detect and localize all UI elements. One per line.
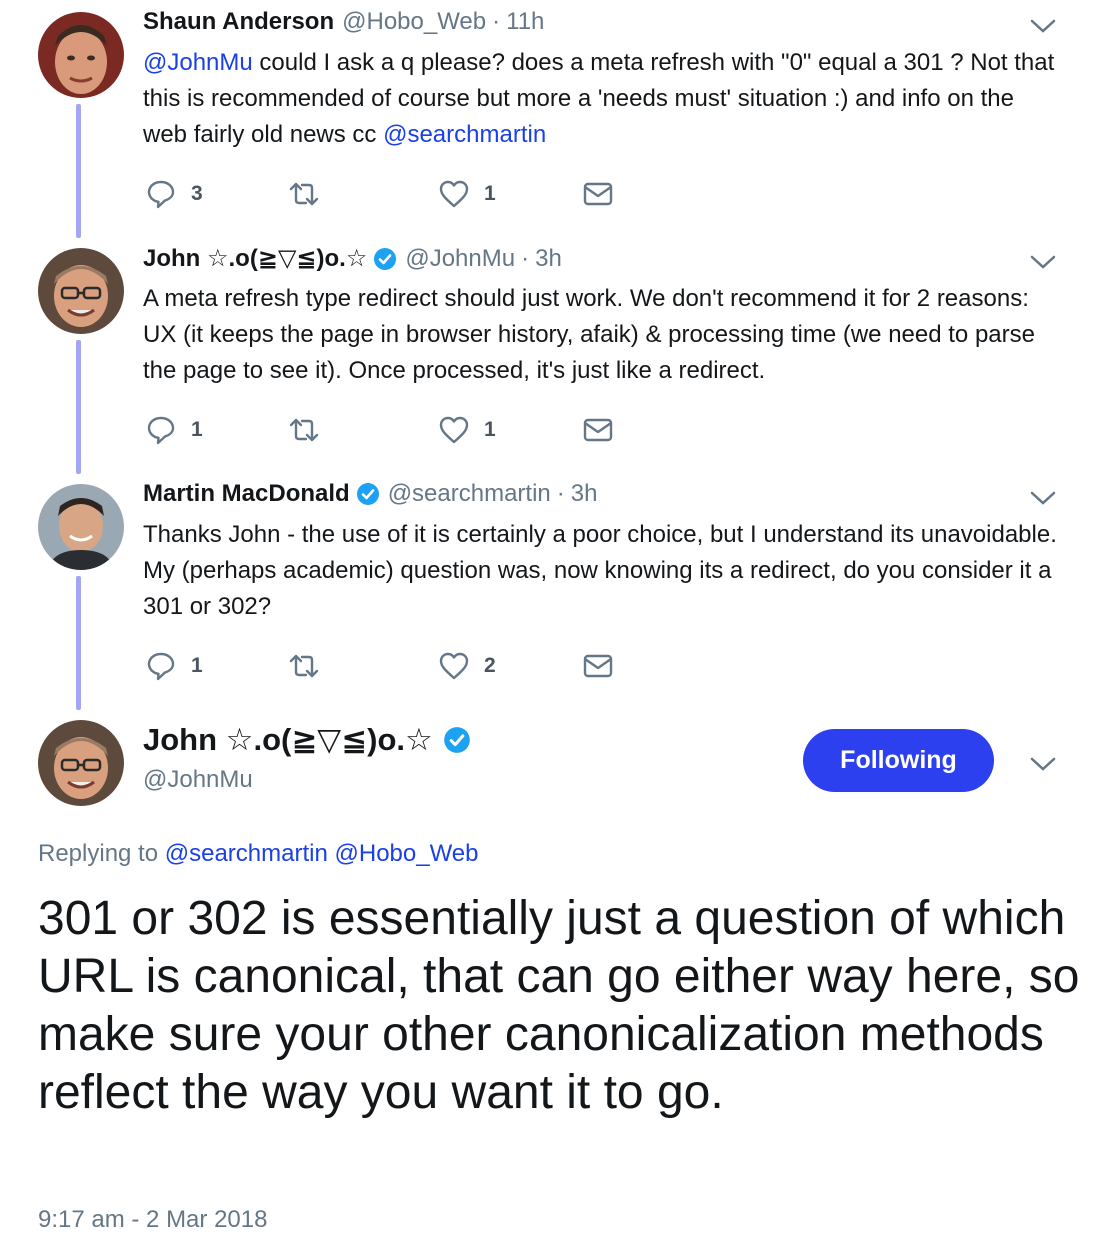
thread-line xyxy=(76,340,81,474)
direct-message-button[interactable] xyxy=(582,414,614,446)
avatar[interactable] xyxy=(38,12,124,98)
reply-icon xyxy=(147,416,175,445)
like-icon xyxy=(439,416,469,444)
author-name[interactable]: Martin MacDonald xyxy=(143,480,350,508)
tweet-text-body: could I ask a q please? does a meta refr… xyxy=(143,49,1055,148)
author-handle[interactable]: @JohnMu xyxy=(143,766,253,794)
chevron-down-icon[interactable] xyxy=(1030,254,1056,270)
avatar[interactable] xyxy=(38,248,124,334)
chevron-down-icon[interactable] xyxy=(1030,756,1056,772)
retweet-button[interactable] xyxy=(288,178,320,210)
main-tweet-header: John ☆.o(≧▽≦)o.☆ @JohnMu Following xyxy=(0,720,1116,820)
retweet-button[interactable] xyxy=(288,650,320,682)
verified-badge-icon xyxy=(443,727,470,753)
separator-dot: · xyxy=(521,244,530,272)
tweet-text: A meta refresh type redirect should just… xyxy=(143,285,1035,384)
reply-count: 3 xyxy=(191,182,203,205)
author-handle[interactable]: @Hobo_Web xyxy=(342,8,486,36)
like-count: 2 xyxy=(484,654,496,677)
mention-link[interactable]: @searchmartin xyxy=(383,121,546,148)
mention-link[interactable]: @JohnMu xyxy=(143,49,253,76)
tweet-header: John ☆.o(≧▽≦)o.☆ @JohnMu · 3h xyxy=(143,244,562,273)
retweet-icon xyxy=(289,418,319,442)
like-button[interactable]: 1 xyxy=(438,178,496,210)
replying-to: Replying to @searchmartin @Hobo_Web xyxy=(38,840,479,868)
retweet-icon xyxy=(289,182,319,206)
direct-message-icon xyxy=(583,418,613,442)
direct-message-button[interactable] xyxy=(582,650,614,682)
retweet-icon xyxy=(289,654,319,678)
author-handle[interactable]: @JohnMu xyxy=(405,245,515,273)
like-button[interactable]: 1 xyxy=(438,414,496,446)
main-tweet-text: 301 or 302 is essentially just a questio… xyxy=(38,892,1080,1119)
author-name[interactable]: John ☆.o(≧▽≦)o.☆ xyxy=(143,722,433,758)
avatar[interactable] xyxy=(38,484,124,570)
tweet-text: @JohnMu could I ask a q please? does a m… xyxy=(143,45,1063,153)
following-button[interactable]: Following xyxy=(803,729,994,792)
tweet-text: Thanks John - the use of it is certainly… xyxy=(143,521,1057,620)
replying-label: Replying to xyxy=(38,840,159,867)
tweet-timestamp[interactable]: 9:17 am - 2 Mar 2018 xyxy=(38,1206,267,1234)
like-count: 1 xyxy=(484,418,496,441)
retweet-button[interactable] xyxy=(288,414,320,446)
main-author-name-row: John ☆.o(≧▽≦)o.☆ xyxy=(143,722,471,758)
tweet-time[interactable]: 11h xyxy=(506,8,544,36)
chevron-down-icon[interactable] xyxy=(1030,18,1056,34)
reply-button[interactable]: 1 xyxy=(145,650,203,682)
tweet-actions: 3 1 xyxy=(145,178,645,210)
author-name[interactable]: Shaun Anderson xyxy=(143,8,334,36)
mention-link[interactable]: @searchmartin xyxy=(165,840,328,867)
like-icon xyxy=(439,652,469,680)
tweet-time[interactable]: 3h xyxy=(535,245,562,273)
tweet-time[interactable]: 3h xyxy=(571,480,598,508)
reply-count: 1 xyxy=(191,654,203,677)
separator-dot: · xyxy=(556,480,565,507)
separator-dot: · xyxy=(492,8,501,35)
author-name[interactable]: John ☆.o(≧▽≦)o.☆ xyxy=(143,244,367,273)
direct-message-button[interactable] xyxy=(582,178,614,210)
reply-icon xyxy=(147,180,175,209)
like-count: 1 xyxy=(484,182,496,205)
chevron-down-icon[interactable] xyxy=(1030,490,1056,506)
reply-button[interactable]: 1 xyxy=(145,414,203,446)
verified-badge-icon xyxy=(356,483,379,505)
like-button[interactable]: 2 xyxy=(438,650,496,682)
thread-line xyxy=(76,576,81,710)
author-handle[interactable]: @searchmartin xyxy=(388,480,551,508)
thread-line xyxy=(76,104,81,238)
avatar[interactable] xyxy=(38,720,124,806)
tweet-header: Shaun Anderson @Hobo_Web · 11h xyxy=(143,8,544,36)
like-icon xyxy=(439,180,469,208)
direct-message-icon xyxy=(583,654,613,678)
reply-button[interactable]: 3 xyxy=(145,178,203,210)
tweet-actions: 1 2 xyxy=(145,650,645,682)
tweet-actions: 1 1 xyxy=(145,414,645,446)
mention-link[interactable]: @Hobo_Web xyxy=(335,840,479,867)
reply-count: 1 xyxy=(191,418,203,441)
direct-message-icon xyxy=(583,182,613,206)
tweet-header: Martin MacDonald @searchmartin · 3h xyxy=(143,480,597,508)
reply-icon xyxy=(147,652,175,681)
verified-badge-icon xyxy=(374,247,397,270)
